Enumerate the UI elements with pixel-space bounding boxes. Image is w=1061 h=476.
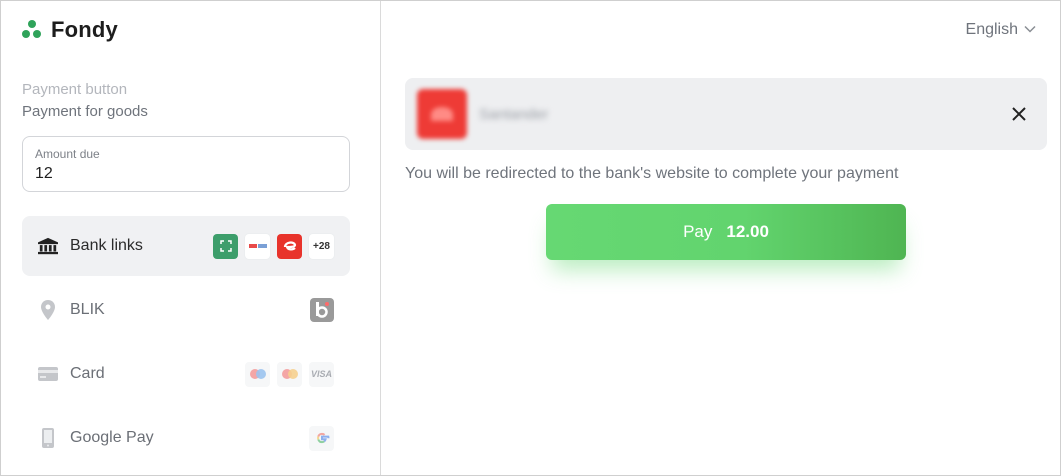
maestro-icon bbox=[245, 361, 270, 387]
redirect-message: You will be redirected to the bank's web… bbox=[405, 165, 899, 182]
pay-button[interactable]: Pay 12.00 bbox=[546, 204, 906, 260]
checkout-window: Fondy Payment button Payment for goods A… bbox=[0, 0, 1061, 476]
method-card[interactable]: Card VISA bbox=[22, 344, 350, 404]
selected-bank-card: Santander bbox=[405, 78, 1047, 150]
method-blik[interactable]: BLIK bbox=[22, 280, 350, 340]
method-label: Bank links bbox=[70, 237, 143, 254]
merchant-label: Payment button bbox=[22, 81, 128, 98]
language-label: English bbox=[965, 21, 1018, 38]
method-label: BLIK bbox=[70, 301, 105, 318]
right-panel: English Santander You will be redirected… bbox=[381, 1, 1060, 475]
method-label: Card bbox=[70, 365, 105, 382]
amount-label: Amount due bbox=[35, 147, 100, 161]
chevron-down-icon bbox=[1024, 24, 1036, 36]
amount-input[interactable] bbox=[35, 165, 337, 183]
brand-logo: Fondy bbox=[21, 17, 118, 43]
bank-logo-icon bbox=[417, 89, 467, 139]
blik-icon bbox=[310, 298, 334, 322]
pay-amount: 12.00 bbox=[726, 222, 769, 241]
more-banks-badge: +28 bbox=[309, 233, 334, 259]
method-bank-links[interactable]: Bank links +28 bbox=[22, 216, 350, 276]
card-icon bbox=[38, 364, 58, 384]
bank-icon bbox=[38, 236, 58, 256]
fondy-logo-icon bbox=[21, 19, 43, 41]
google-icon bbox=[309, 425, 334, 451]
method-label: Google Pay bbox=[70, 429, 154, 446]
visa-icon: VISA bbox=[309, 361, 334, 387]
visa-text: VISA bbox=[310, 369, 332, 379]
brand-name: Fondy bbox=[51, 17, 118, 42]
bank-name: Santander bbox=[479, 105, 549, 123]
phone-icon bbox=[38, 428, 58, 448]
bank-badge-green bbox=[213, 233, 238, 259]
pay-label: Pay bbox=[683, 222, 713, 241]
bank-badge-white bbox=[245, 233, 270, 259]
location-pin-icon bbox=[38, 300, 58, 320]
close-icon[interactable] bbox=[1007, 102, 1031, 126]
amount-field[interactable]: Amount due bbox=[22, 136, 350, 192]
bank-badge-red bbox=[277, 233, 302, 259]
language-selector[interactable]: English bbox=[966, 21, 1036, 39]
method-google-pay[interactable]: Google Pay bbox=[22, 408, 350, 468]
left-panel: Fondy Payment button Payment for goods A… bbox=[1, 1, 381, 475]
mastercard-icon bbox=[277, 361, 302, 387]
merchant-description: Payment for goods bbox=[22, 103, 148, 120]
